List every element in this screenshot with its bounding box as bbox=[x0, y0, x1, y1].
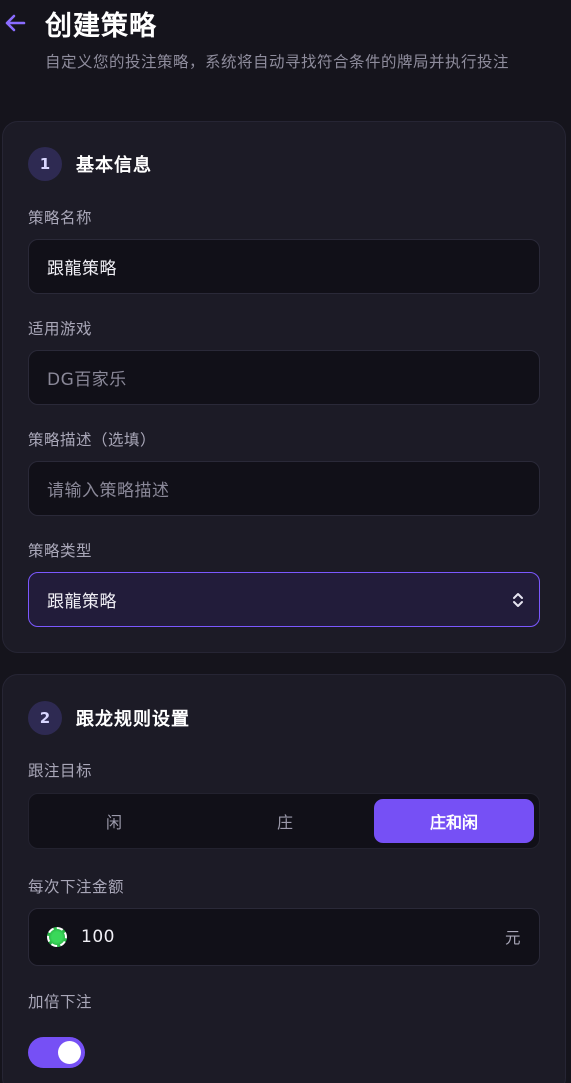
dragon-rules-card: 2 跟龙规则设置 跟注目标 闲 庄 庄和闲 每次下注金额 100 元 加倍下注 bbox=[2, 674, 566, 1083]
bet-target-label: 跟注目标 bbox=[28, 762, 93, 780]
section-header: 2 跟龙规则设置 bbox=[28, 701, 190, 735]
section-title: 基本信息 bbox=[76, 155, 152, 176]
bet-amount-input[interactable]: 100 元 bbox=[28, 908, 540, 966]
basic-info-card: 1 基本信息 策略名称 跟龍策略 适用游戏 DG百家乐 策略描述（选填） 请输入… bbox=[2, 121, 566, 653]
game-label: 适用游戏 bbox=[28, 320, 93, 338]
arrow-left-icon[interactable] bbox=[2, 10, 28, 36]
game-field: DG百家乐 bbox=[28, 350, 540, 405]
description-label: 策略描述（选填） bbox=[28, 431, 157, 449]
strategy-type-label: 策略类型 bbox=[28, 542, 93, 560]
bet-amount-label: 每次下注金额 bbox=[28, 878, 125, 896]
strategy-type-select[interactable]: 跟龍策略 bbox=[28, 572, 540, 627]
page-title: 创建策略 bbox=[45, 11, 157, 42]
chevron-updown-icon bbox=[513, 593, 523, 607]
section-number-badge: 2 bbox=[28, 701, 62, 735]
page-header: 创建策略 自定义您的投注策略，系统将自动寻找符合条件的牌局并执行投注 bbox=[0, 0, 571, 110]
game-value: DG百家乐 bbox=[47, 370, 127, 390]
double-bet-toggle[interactable] bbox=[28, 1037, 85, 1068]
page-subtitle: 自定义您的投注策略，系统将自动寻找符合条件的牌局并执行投注 bbox=[45, 53, 510, 71]
strategy-type-value: 跟龍策略 bbox=[47, 592, 117, 612]
section-title: 跟龙规则设置 bbox=[76, 709, 190, 730]
chip-icon bbox=[47, 927, 67, 947]
section-number-badge: 1 bbox=[28, 147, 62, 181]
description-placeholder: 请输入策略描述 bbox=[47, 481, 170, 501]
description-input[interactable]: 请输入策略描述 bbox=[28, 461, 540, 516]
bet-amount-value: 100 bbox=[81, 927, 115, 947]
target-option-banker-and-player[interactable]: 庄和闲 bbox=[374, 799, 534, 843]
toggle-knob bbox=[58, 1041, 81, 1064]
target-option-player[interactable]: 闲 bbox=[29, 794, 199, 848]
section-header: 1 基本信息 bbox=[28, 147, 152, 181]
target-option-banker[interactable]: 庄 bbox=[199, 794, 371, 848]
strategy-name-label: 策略名称 bbox=[28, 209, 93, 227]
double-bet-label: 加倍下注 bbox=[28, 993, 93, 1011]
currency-unit: 元 bbox=[504, 929, 521, 947]
strategy-name-input[interactable]: 跟龍策略 bbox=[28, 239, 540, 294]
bet-target-segmented-control: 闲 庄 庄和闲 bbox=[28, 793, 540, 849]
strategy-name-value: 跟龍策略 bbox=[47, 259, 117, 279]
